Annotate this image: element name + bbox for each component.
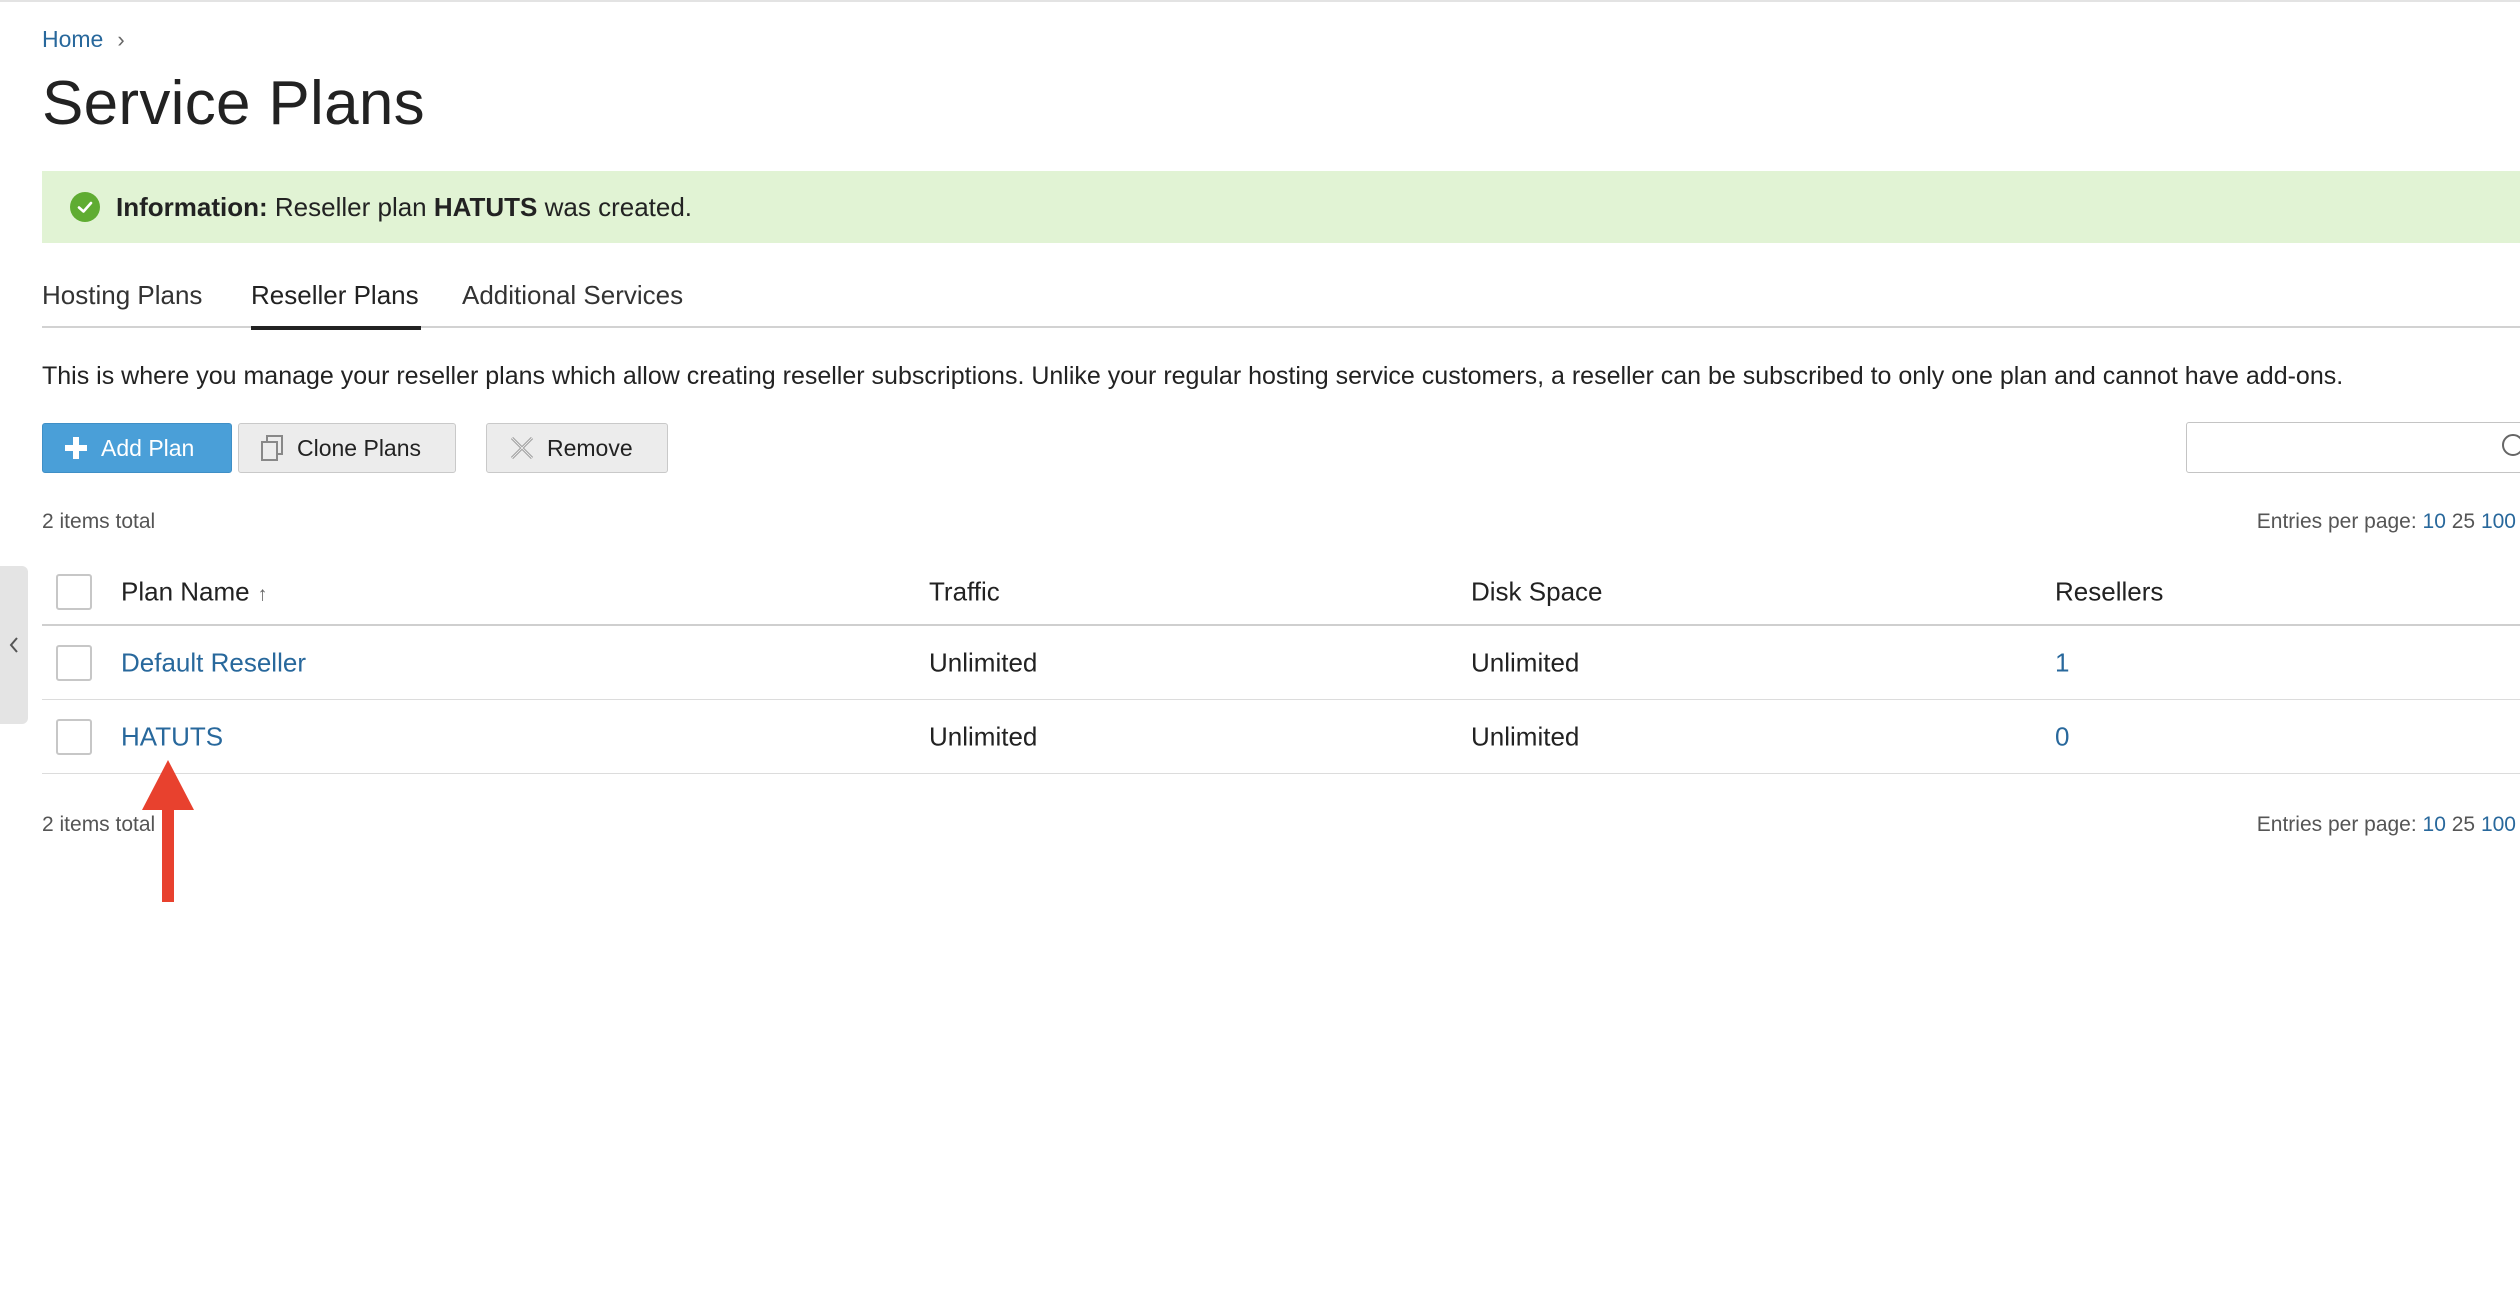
disk-space-value: Unlimited <box>1471 647 1580 677</box>
items-total-bottom: 2 items total <box>42 813 156 836</box>
page-size-25[interactable]: 25 <box>2452 510 2475 533</box>
success-message: Information: Reseller plan HATUTS was cr… <box>42 171 2520 243</box>
resellers-count-link[interactable]: 0 <box>2055 721 2069 752</box>
entries-per-page-top: Entries per page: 10 25 100 <box>2257 510 2516 534</box>
disk-space-value: Unlimited <box>1471 721 1580 751</box>
remove-x-icon <box>509 435 535 461</box>
resellers-count-link[interactable]: 1 <box>2055 647 2069 678</box>
column-header-plan-name[interactable]: Plan Name ↑ <box>121 577 268 608</box>
traffic-value: Unlimited <box>929 647 1038 677</box>
message-label: Information: <box>116 191 268 222</box>
clone-icon <box>259 434 285 462</box>
sidebar-collapse-handle[interactable] <box>0 566 28 724</box>
column-header-resellers[interactable]: Resellers <box>2055 577 2163 608</box>
search-icon[interactable] <box>2500 433 2520 459</box>
remove-label: Remove <box>547 434 633 461</box>
plan-name-link[interactable]: HATUTS <box>121 721 223 752</box>
table-header-row: Plan Name ↑ Traffic Disk Space Resellers <box>42 560 2520 626</box>
plan-name-header-label: Plan Name <box>121 576 250 607</box>
chevron-right-icon: › <box>117 26 125 52</box>
message-plan-name: HATUTS <box>433 191 538 222</box>
annotation-arrow-icon <box>142 760 194 902</box>
column-header-disk-space[interactable]: Disk Space <box>1471 577 1603 608</box>
sort-ascending-icon: ↑ <box>257 583 268 606</box>
chevron-left-icon <box>9 637 18 653</box>
plans-table: Plan Name ↑ Traffic Disk Space Resellers … <box>42 560 2520 774</box>
row-checkbox[interactable] <box>56 644 92 681</box>
remove-button[interactable]: Remove <box>486 423 668 473</box>
breadcrumb-home-link[interactable]: Home <box>42 26 103 53</box>
column-header-traffic[interactable]: Traffic <box>929 577 1000 608</box>
table-row: Default Reseller Unlimited Unlimited 1 <box>42 626 2520 700</box>
breadcrumb: Home › <box>42 26 125 53</box>
row-checkbox[interactable] <box>56 718 92 755</box>
check-circle-icon <box>70 192 100 222</box>
page-title: Service Plans <box>42 69 425 138</box>
select-all-checkbox[interactable] <box>56 574 92 610</box>
entries-label: Entries per page: <box>2256 813 2417 836</box>
entries-label: Entries per page: <box>2256 510 2417 533</box>
plan-name-link[interactable]: Default Reseller <box>121 647 306 678</box>
tab-additional-services[interactable]: Additional Services <box>462 280 698 328</box>
add-plan-label: Add Plan <box>101 434 195 461</box>
page-size-100[interactable]: 100 <box>2481 813 2516 836</box>
tab-reseller-plans[interactable]: Reseller Plans <box>251 280 421 330</box>
traffic-value: Unlimited <box>929 721 1038 751</box>
plus-icon <box>63 435 89 461</box>
page-size-25[interactable]: 25 <box>2452 813 2475 836</box>
plan-tabs: Hosting Plans Reseller Plans Additional … <box>42 280 2520 330</box>
tab-hosting-plans[interactable]: Hosting Plans <box>42 280 210 328</box>
page-description: This is where you manage your reseller p… <box>42 362 2344 390</box>
message-text-post: was created. <box>544 191 693 222</box>
add-plan-button[interactable]: Add Plan <box>42 423 232 473</box>
clone-plans-label: Clone Plans <box>297 434 422 461</box>
items-total-top: 2 items total <box>42 510 156 533</box>
clone-plans-button[interactable]: Clone Plans <box>238 423 456 473</box>
page-size-10[interactable]: 10 <box>2423 813 2446 836</box>
message-text-pre: Reseller plan <box>274 191 427 222</box>
page-size-100[interactable]: 100 <box>2481 510 2516 533</box>
table-row: HATUTS Unlimited Unlimited 0 <box>42 700 2520 774</box>
page-content: Home › Service Plans Information: Resell… <box>42 0 2520 1296</box>
entries-per-page-bottom: Entries per page: 10 25 100 <box>2257 813 2516 837</box>
page-size-10[interactable]: 10 <box>2423 510 2446 533</box>
search-input[interactable] <box>2186 422 2520 473</box>
